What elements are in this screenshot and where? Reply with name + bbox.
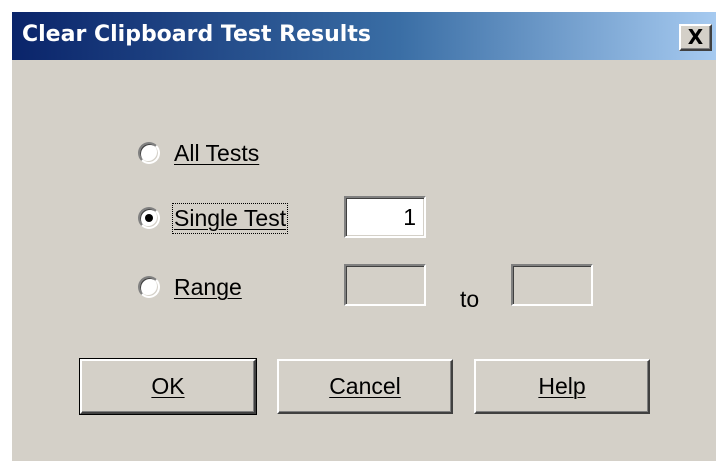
radio-single-test-button[interactable] [138,207,160,229]
radio-single-test-label[interactable]: Single Test [171,202,289,234]
radio-all-tests[interactable]: All Tests [138,136,259,170]
close-icon: X [687,25,704,49]
range-to-input[interactable] [511,264,593,306]
title-bar[interactable]: Clear Clipboard Test Results X [12,12,716,60]
cancel-button[interactable]: Cancel [277,359,453,414]
range-to-label: to [460,286,480,312]
radio-all-tests-label[interactable]: All Tests [174,140,259,167]
range-from-input[interactable] [344,264,426,306]
close-button[interactable]: X [679,24,712,51]
dialog-title: Clear Clipboard Test Results [22,22,371,47]
help-button[interactable]: Help [474,359,650,414]
radio-single-test[interactable]: Single Test [138,201,289,235]
radio-range-label[interactable]: Range [174,274,242,301]
clear-clipboard-dialog: Clear Clipboard Test Results X All Tests… [10,10,716,461]
single-test-number-input[interactable] [344,196,426,238]
radio-range-button[interactable] [138,276,160,298]
radio-all-tests-button[interactable] [138,142,160,164]
ok-button[interactable]: OK [79,358,257,415]
radio-range[interactable]: Range [138,270,242,304]
